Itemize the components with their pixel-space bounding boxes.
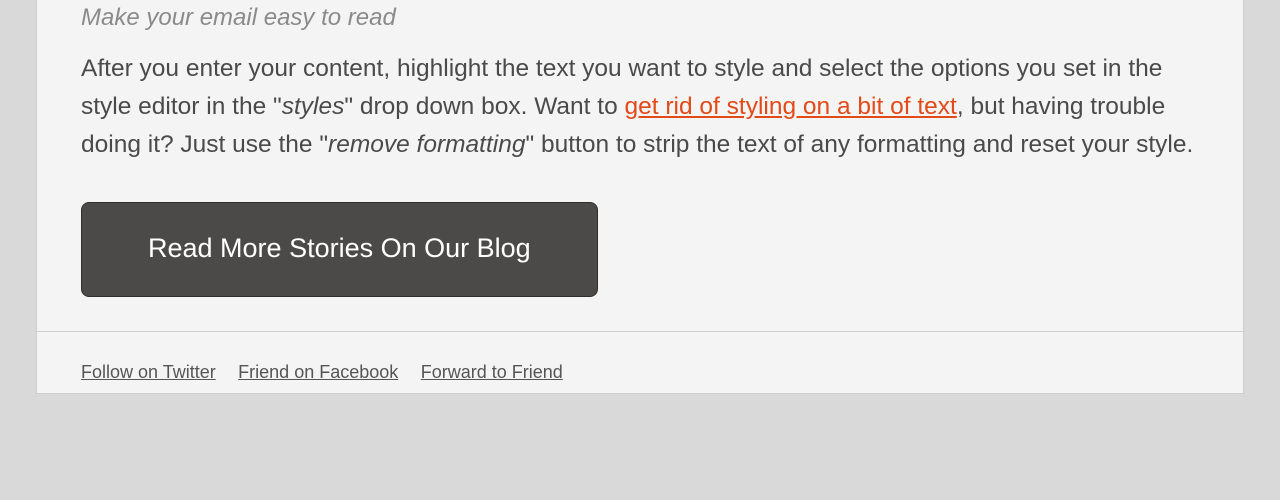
remove-formatting-word: remove formatting: [328, 131, 525, 158]
tagline-text: Make your email easy to read: [81, 0, 1199, 32]
remove-styling-link[interactable]: get rid of styling on a bit of text: [625, 93, 957, 120]
para-text-4: " button to strip the text of any format…: [525, 131, 1193, 158]
read-more-button[interactable]: Read More Stories On Our Blog: [81, 202, 598, 297]
instruction-paragraph: After you enter your content, highlight …: [81, 50, 1199, 164]
footer-section: Follow on Twitter Friend on Facebook For…: [37, 332, 1243, 393]
page-background: Make your email easy to read After you e…: [0, 0, 1280, 500]
para-text-2: " drop down box. Want to: [344, 93, 624, 120]
follow-twitter-link[interactable]: Follow on Twitter: [81, 362, 216, 382]
email-card: Make your email easy to read After you e…: [36, 0, 1244, 394]
forward-friend-link[interactable]: Forward to Friend: [421, 362, 563, 382]
body-section: Make your email easy to read After you e…: [37, 0, 1243, 331]
friend-facebook-link[interactable]: Friend on Facebook: [238, 362, 398, 382]
styles-word: styles: [282, 93, 345, 120]
